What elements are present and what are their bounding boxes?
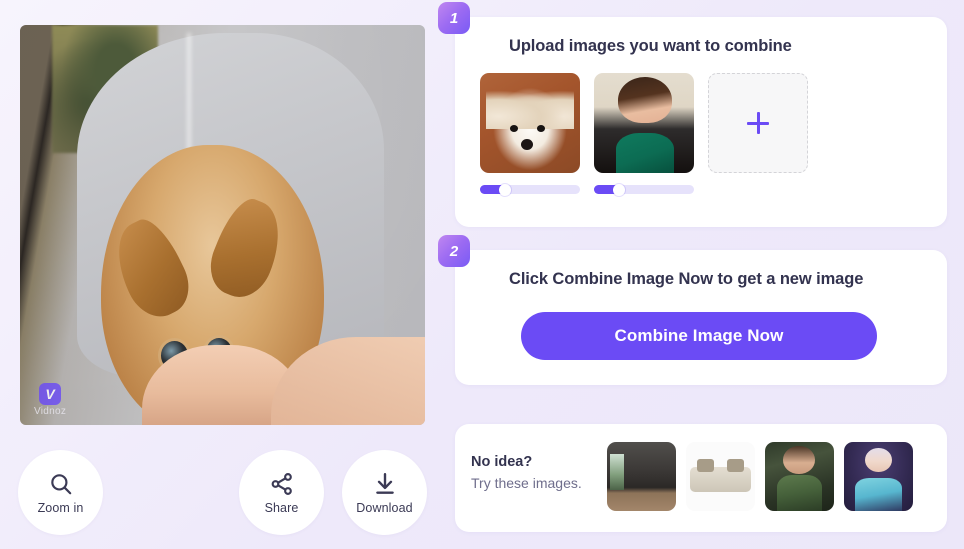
upload-step-title: Upload images you want to combine xyxy=(509,37,792,55)
sample-images-card: No idea? Try these images. xyxy=(455,424,947,532)
add-image-button[interactable] xyxy=(708,73,808,173)
samples-title: No idea? xyxy=(471,454,533,470)
image-actions-bar: Zoom in Share Download xyxy=(0,450,446,538)
result-preview-panel: V Vidnoz Zoom in Share Download xyxy=(0,0,446,549)
download-button[interactable]: Download xyxy=(342,450,427,535)
plus-icon xyxy=(747,112,769,134)
preview-ear-left xyxy=(102,211,200,327)
watermark-brand-label: Vidnoz xyxy=(34,406,67,417)
share-label: Share xyxy=(264,500,299,515)
image-2-slider-knob[interactable] xyxy=(613,183,625,196)
zoom-in-label: Zoom in xyxy=(37,500,84,515)
step-2-badge: 2 xyxy=(438,235,470,267)
sample-image-fantasy-woman[interactable] xyxy=(765,442,834,511)
uploaded-thumbnails xyxy=(480,73,808,196)
image-2-weight-slider[interactable] xyxy=(594,183,694,196)
samples-text-block: No idea? Try these images. xyxy=(471,454,582,491)
thumbnail-item xyxy=(594,73,694,196)
step-1-badge: 1 xyxy=(438,2,470,34)
vidnoz-logo-icon: V xyxy=(39,383,62,405)
search-icon xyxy=(48,471,74,497)
zoom-in-button[interactable]: Zoom in xyxy=(18,450,103,535)
sample-image-animated-character[interactable] xyxy=(844,442,913,511)
combine-step-card: 2 Click Combine Image Now to get a new i… xyxy=(438,235,947,385)
uploaded-image-2[interactable] xyxy=(594,73,694,173)
share-icon xyxy=(269,471,295,497)
uploaded-image-1[interactable] xyxy=(480,73,580,173)
image-combiner-app: V Vidnoz Zoom in Share Download 1 Upload… xyxy=(0,0,964,549)
controls-panel: 1 Upload images you want to combine 2 Cl… xyxy=(438,0,964,549)
preview-ear-right xyxy=(200,192,294,306)
sample-image-dark-room[interactable] xyxy=(607,442,676,511)
share-button[interactable]: Share xyxy=(239,450,324,535)
samples-thumbnail-row xyxy=(607,442,913,511)
watermark: V Vidnoz xyxy=(34,383,66,417)
samples-subtitle: Try these images. xyxy=(471,475,582,491)
combine-image-now-button[interactable]: Combine Image Now xyxy=(521,312,877,360)
upload-step-card: 1 Upload images you want to combine xyxy=(438,2,947,227)
download-icon xyxy=(372,471,398,497)
sample-image-sofa[interactable] xyxy=(686,442,755,511)
combine-step-title: Click Combine Image Now to get a new ima… xyxy=(509,270,864,288)
result-image-canvas xyxy=(20,25,425,425)
image-1-slider-knob[interactable] xyxy=(499,183,511,196)
download-label: Download xyxy=(356,500,413,515)
result-image[interactable]: V Vidnoz xyxy=(20,25,425,425)
image-1-weight-slider[interactable] xyxy=(480,183,580,196)
thumbnail-item xyxy=(480,73,580,196)
